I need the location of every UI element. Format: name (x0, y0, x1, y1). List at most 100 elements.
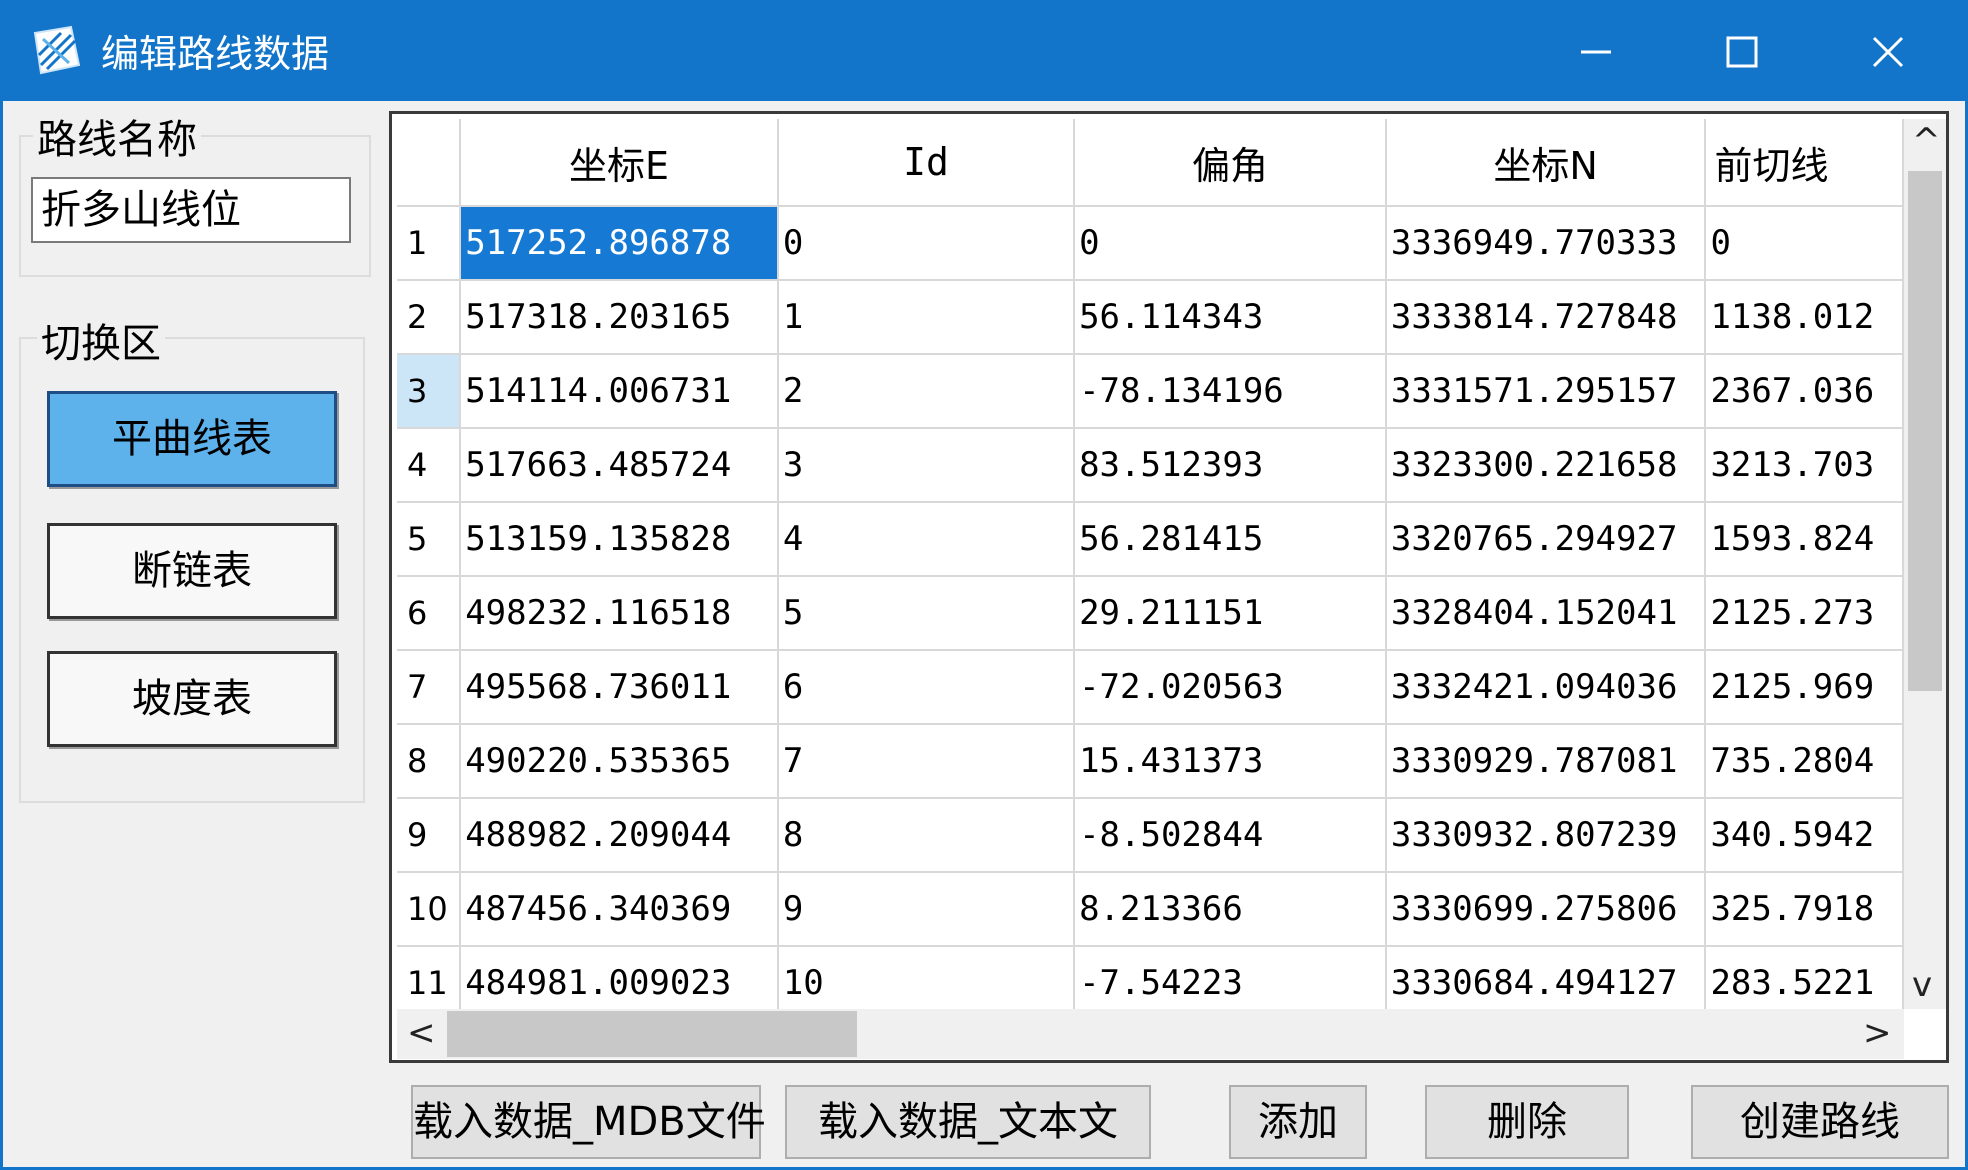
table-row[interactable]: 3 514114.006731 2 -78.134196 3331571.295157 2… (397, 354, 1904, 429)
row-header[interactable]: 9 (397, 798, 462, 873)
cell-id[interactable]: 4 (777, 502, 1076, 577)
cell-coord-e[interactable]: 517318.203165 (460, 280, 779, 355)
cell-coord-e[interactable]: 513159.135828 (460, 502, 779, 577)
cell-front-tangent[interactable]: 2125.273 (1705, 576, 1904, 651)
close-button[interactable] (1815, 3, 1961, 101)
cell-front-tangent[interactable]: 2125.969 (1705, 650, 1904, 725)
cell-coord-n[interactable]: 3331571.295157 (1385, 354, 1707, 429)
cell-id[interactable]: 6 (777, 650, 1076, 725)
cell-coord-n[interactable]: 3333814.727848 (1385, 280, 1707, 355)
load-mdb-button[interactable]: 载入数据_MDB文件 (411, 1085, 766, 1159)
scroll-down-icon[interactable]: v (1912, 965, 1932, 1005)
cell-deflection-angle[interactable]: 0 (1074, 206, 1387, 281)
maximize-button[interactable] (1669, 3, 1815, 101)
horizontal-curve-table-button[interactable]: 平曲线表 (47, 391, 337, 487)
cell-front-tangent[interactable]: 1593.824 (1705, 502, 1904, 577)
table-row[interactable]: 1 517252.896878 0 0 3336949.770333 0 (397, 206, 1904, 281)
table-row[interactable]: 5 513159.135828 4 56.281415 3320765.294927 15… (397, 502, 1904, 577)
scroll-left-icon[interactable]: < (407, 1013, 436, 1053)
cell-deflection-angle[interactable]: -8.502844 (1074, 798, 1387, 873)
table-row[interactable]: 6 498232.116518 5 29.211151 3328404.152041 21… (397, 576, 1904, 651)
scroll-right-icon[interactable]: > (1863, 1013, 1892, 1053)
cell-coord-e[interactable]: 488982.209044 (460, 798, 779, 873)
cell-coord-n[interactable]: 3330699.275806 (1385, 872, 1707, 947)
column-header-id[interactable]: Id (777, 119, 1076, 207)
cell-front-tangent[interactable]: 340.5942 (1705, 798, 1904, 873)
column-header-coord-n[interactable]: 坐标N (1385, 119, 1707, 207)
cell-coord-e[interactable]: 517252.896878 (460, 206, 779, 281)
cell-id[interactable]: 3 (777, 428, 1076, 503)
cell-deflection-angle[interactable]: 56.114343 (1074, 280, 1387, 355)
cell-id[interactable]: 7 (777, 724, 1076, 799)
cell-coord-e[interactable]: 517663.485724 (460, 428, 779, 503)
cell-id[interactable]: 0 (777, 206, 1076, 281)
slope-table-button[interactable]: 坡度表 (47, 651, 337, 747)
cell-id[interactable]: 9 (777, 872, 1076, 947)
table-row[interactable]: 8 490220.535365 7 15.431373 3330929.787081 73… (397, 724, 1904, 799)
cell-deflection-angle[interactable]: 83.512393 (1074, 428, 1387, 503)
cell-deflection-angle[interactable]: 56.281415 (1074, 502, 1387, 577)
row-header[interactable]: 4 (397, 428, 462, 503)
cell-front-tangent[interactable]: 283.5221 (1705, 946, 1904, 1009)
cell-front-tangent[interactable]: 3213.703 (1705, 428, 1904, 503)
horizontal-scroll-thumb[interactable] (447, 1011, 857, 1057)
table-row[interactable]: 9 488982.209044 8 -8.502844 3330932.807239 34… (397, 798, 1904, 873)
cell-deflection-angle[interactable]: -78.134196 (1074, 354, 1387, 429)
table-row[interactable]: 4 517663.485724 3 83.512393 3323300.221658 32… (397, 428, 1904, 503)
row-header[interactable]: 8 (397, 724, 462, 799)
table-row[interactable]: 10 487456.340369 9 8.213366 3330699.275806 32… (397, 872, 1904, 947)
table-row[interactable]: 2 517318.203165 1 56.114343 3333814.727848 11… (397, 280, 1904, 355)
cell-front-tangent[interactable]: 1138.012 (1705, 280, 1904, 355)
cell-coord-n[interactable]: 3330929.787081 (1385, 724, 1707, 799)
cell-front-tangent[interactable]: 735.2804 (1705, 724, 1904, 799)
cell-deflection-angle[interactable]: 29.211151 (1074, 576, 1387, 651)
cell-front-tangent[interactable]: 0 (1705, 206, 1904, 281)
column-header-deflection-angle[interactable]: 偏角 (1074, 119, 1387, 207)
cell-coord-n[interactable]: 3336949.770333 (1385, 206, 1707, 281)
cell-id[interactable]: 5 (777, 576, 1076, 651)
cell-coord-e[interactable]: 514114.006731 (460, 354, 779, 429)
row-header[interactable]: 7 (397, 650, 462, 725)
row-header[interactable]: 6 (397, 576, 462, 651)
row-header[interactable]: 10 (397, 872, 462, 947)
cell-coord-n[interactable]: 3330932.807239 (1385, 798, 1707, 873)
route-name-input[interactable]: 折多山线位 (31, 177, 351, 243)
cell-coord-n[interactable]: 3330684.494127 (1385, 946, 1707, 1009)
cell-id[interactable]: 8 (777, 798, 1076, 873)
cell-front-tangent[interactable]: 2367.036 (1705, 354, 1904, 429)
cell-deflection-angle[interactable]: -7.54223 (1074, 946, 1387, 1009)
vertical-scroll-thumb[interactable] (1908, 171, 1942, 691)
row-header[interactable]: 1 (397, 206, 462, 281)
cell-front-tangent[interactable]: 325.7918 (1705, 872, 1904, 947)
cell-id[interactable]: 2 (777, 354, 1076, 429)
minimize-button[interactable] (1523, 3, 1669, 101)
row-header[interactable]: 5 (397, 502, 462, 577)
cell-id[interactable]: 10 (777, 946, 1076, 1009)
cell-deflection-angle[interactable]: 15.431373 (1074, 724, 1387, 799)
table-row[interactable]: 11 484981.009023 10 -7.54223 3330684.494127 2… (397, 946, 1904, 1009)
load-text-button[interactable]: 载入数据_文本文 (785, 1085, 1151, 1159)
create-route-button[interactable]: 创建路线 (1691, 1085, 1949, 1159)
cell-coord-n[interactable]: 3323300.221658 (1385, 428, 1707, 503)
add-button[interactable]: 添加 (1229, 1085, 1367, 1159)
column-header-front-tangent[interactable]: 前切线 (1705, 119, 1904, 207)
broken-chain-table-button[interactable]: 断链表 (47, 523, 337, 619)
table-row[interactable]: 7 495568.736011 6 -72.020563 3332421.094036 2… (397, 650, 1904, 725)
cell-coord-e[interactable]: 484981.009023 (460, 946, 779, 1009)
row-header[interactable]: 11 (397, 946, 462, 1009)
scroll-up-icon[interactable]: ^ (1912, 121, 1941, 161)
column-header-coord-e[interactable]: 坐标E (460, 119, 779, 207)
corner-header[interactable] (397, 119, 462, 207)
row-header[interactable]: 3 (397, 354, 462, 429)
cell-coord-e[interactable]: 490220.535365 (460, 724, 779, 799)
cell-coord-n[interactable]: 3328404.152041 (1385, 576, 1707, 651)
vertical-scrollbar[interactable]: ^ v (1904, 119, 1946, 1009)
delete-button[interactable]: 删除 (1425, 1085, 1629, 1159)
cell-coord-e[interactable]: 498232.116518 (460, 576, 779, 651)
horizontal-scrollbar[interactable]: < > (397, 1009, 1904, 1059)
row-header[interactable]: 2 (397, 280, 462, 355)
cell-coord-e[interactable]: 487456.340369 (460, 872, 779, 947)
title-bar[interactable]: 编辑路线数据 (3, 3, 1965, 101)
cell-coord-n[interactable]: 3332421.094036 (1385, 650, 1707, 725)
cell-deflection-angle[interactable]: 8.213366 (1074, 872, 1387, 947)
